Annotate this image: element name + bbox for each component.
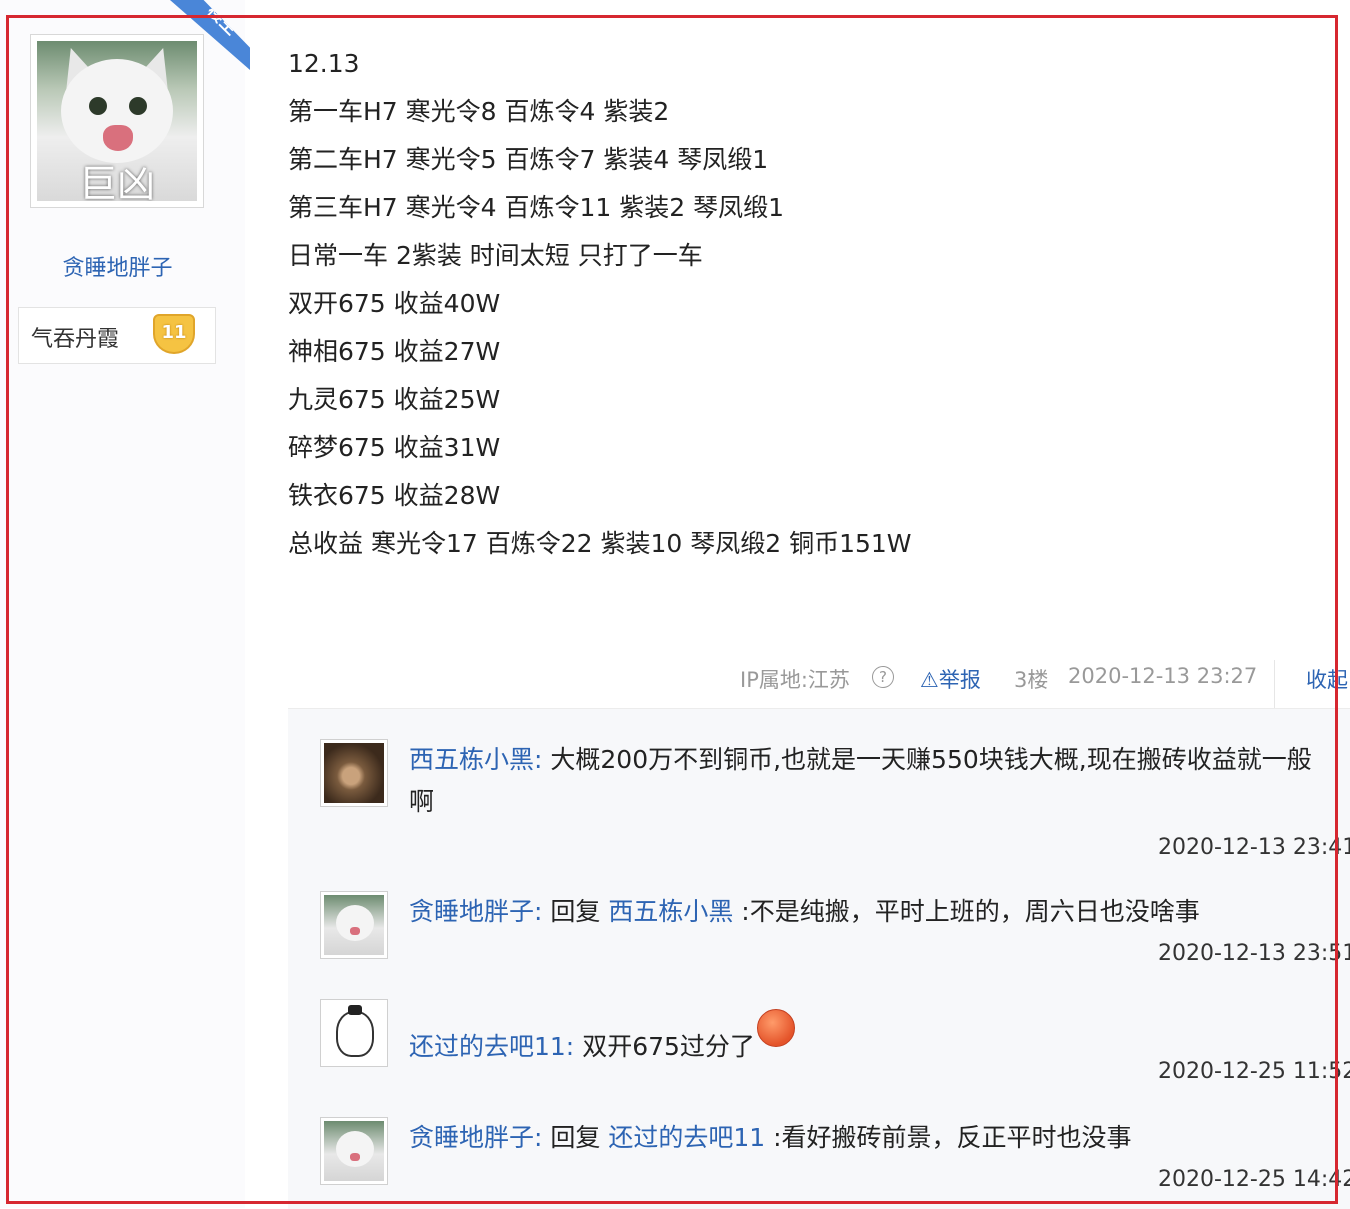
reply-to-link[interactable]: 还过的去吧11 [608,1123,765,1152]
comment-text-continued: 啊 [409,787,435,816]
help-icon[interactable]: ? [872,666,894,688]
commenter-name-link[interactable]: 贪睡地胖子: [409,897,542,926]
post-line: 铁衣675 收益28W [288,481,501,510]
comment-body: 双开675过分了 [574,1032,755,1061]
comment-text: 贪睡地胖子: 回复 还过的去吧11 :看好搬砖前景，反正平时也没事 [409,1117,1132,1159]
author-avatar[interactable]: 巨凶 [30,34,204,208]
comment-text: 贪睡地胖子: 回复 西五栋小黑 :不是纯搬，平时上班的，周六日也没啥事 [409,891,1200,933]
comment-body: :不是纯搬，平时上班的，周六日也没啥事 [733,897,1200,926]
post-line: 总收益 寒光令17 百炼令22 紫装10 琴凤缎2 铜币151W [288,529,912,558]
post-line: 日常一车 2紫装 时间太短 只打了一车 [288,241,703,270]
author-sidebar: 楼主 巨凶 贪睡地胖子 气吞丹霞 11 [0,0,250,1208]
ip-location: IP属地:江苏 [740,668,850,692]
level-badge[interactable]: 气吞丹霞 11 [18,307,216,364]
post-line: 碎梦675 收益31W [288,433,501,462]
comment-text: 西五栋小黑: 大概200万不到铜币,也就是一天赚550块钱大概,现在搬砖收益就一… [409,739,1312,781]
post-line: 第三车H7 寒光令4 百炼令11 紫装2 琴凤缎1 [288,193,785,222]
post-content: 12.13 第一车H7 寒光令8 百炼令4 紫装2 第二车H7 寒光令5 百炼令… [288,40,1328,568]
comment-time: 2020-12-25 14:42 [1158,1167,1350,1192]
commenter-avatar[interactable] [320,739,388,807]
comment-text: 还过的去吧11: 双开675过分了 [409,1009,795,1068]
commenter-name-link[interactable]: 还过的去吧11: [409,1032,574,1061]
post-date: 2020-12-13 23:27 [1068,664,1258,688]
comment-time: 2020-12-13 23:41 [1158,835,1350,860]
comment-body: 大概200万不到铜币,也就是一天赚550块钱大概,现在搬砖收益就一般 [542,745,1312,774]
post-line: 第一车H7 寒光令8 百炼令4 紫装2 [288,97,670,126]
post-line: 神相675 收益27W [288,337,501,366]
level-number-icon: 11 [153,314,195,354]
post-line: 双开675 收益40W [288,289,501,318]
comment-time: 2020-12-13 23:51 [1158,941,1350,966]
commenter-avatar[interactable] [320,999,388,1067]
comment-time: 2020-12-25 11:52 [1158,1059,1350,1084]
author-name-link[interactable]: 贪睡地胖子 [0,250,235,282]
reply-prefix: 回复 [542,897,609,926]
avatar-caption: 巨凶 [78,162,155,201]
reply-to-link[interactable]: 西五栋小黑 [608,897,733,926]
commenter-avatar[interactable] [320,891,388,959]
post-line: 第二车H7 寒光令5 百炼令7 紫装4 琴凤缎1 [288,145,769,174]
level-name: 气吞丹霞 [31,327,120,352]
report-link[interactable]: ⚠举报 [920,664,981,694]
floor-number: 3楼 [1014,668,1049,692]
post-line: 九灵675 收益25W [288,385,501,414]
commenter-name-link[interactable]: 西五栋小黑: [409,745,542,774]
post-meta-bar: IP属地:江苏 ? ⚠举报 3楼 2020-12-13 23:27 收起 [740,660,1350,716]
comment-body: :看好搬砖前景，反正平时也没事 [765,1123,1132,1152]
commenter-avatar[interactable] [320,1117,388,1185]
angry-face-emoji-icon [756,1009,795,1047]
post-line: 12.13 [288,49,360,78]
collapse-link[interactable]: 收起 [1306,664,1348,694]
comment-list: 西五栋小黑: 大概200万不到铜币,也就是一天赚550块钱大概,现在搬砖收益就一… [288,708,1350,1209]
cat-avatar-image: 巨凶 [37,41,197,201]
reply-prefix: 回复 [542,1123,609,1152]
commenter-name-link[interactable]: 贪睡地胖子: [409,1123,542,1152]
